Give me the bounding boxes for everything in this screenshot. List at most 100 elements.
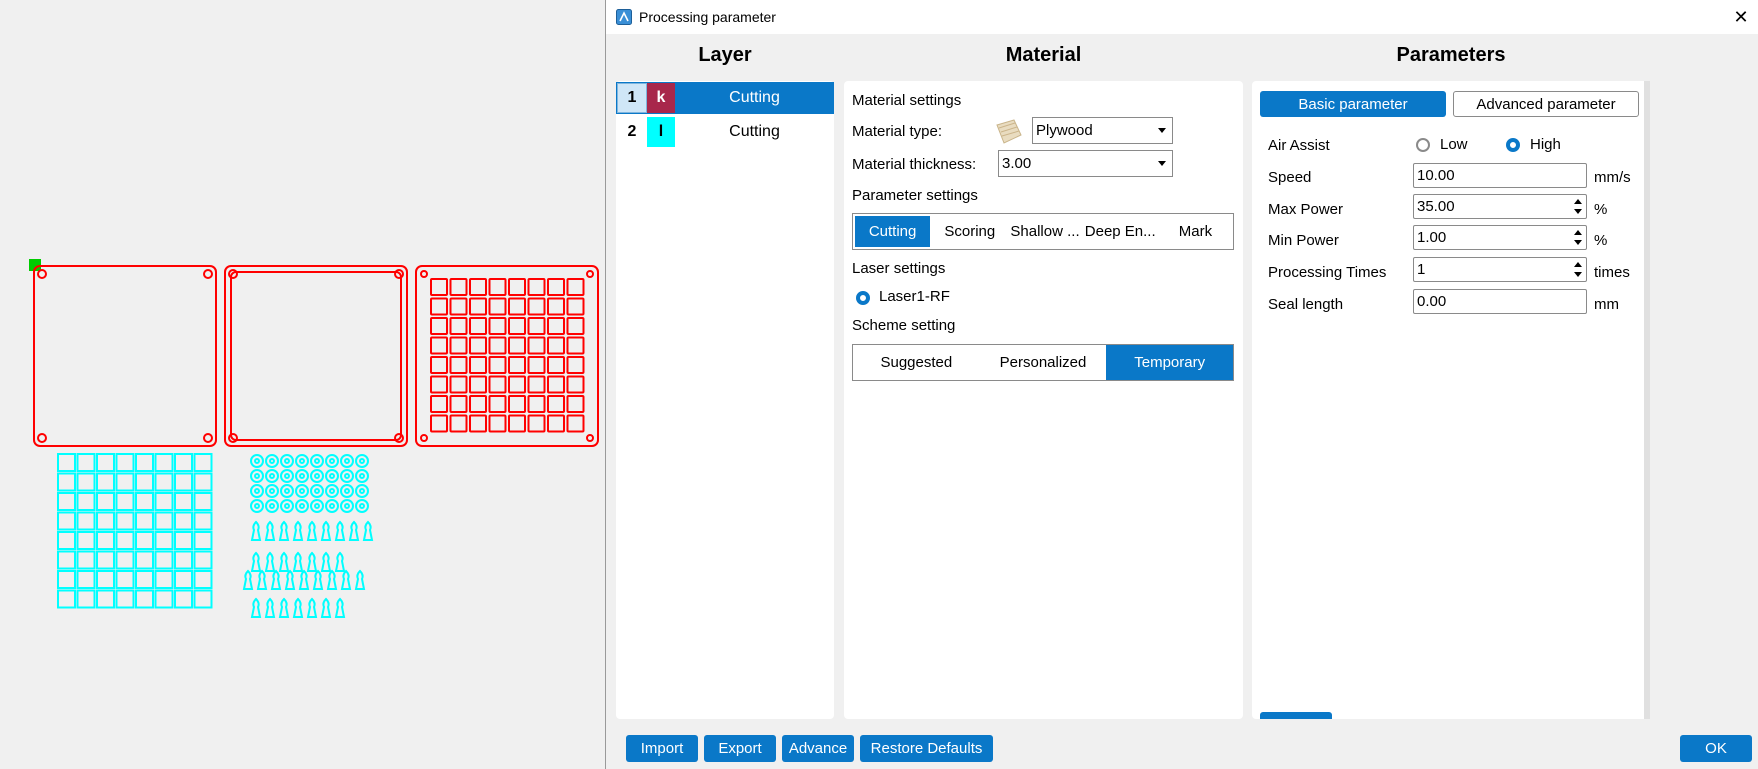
cyan-square xyxy=(193,453,213,472)
close-button[interactable]: ✕ xyxy=(1724,0,1758,34)
grid-cell xyxy=(566,395,585,413)
basic-parameter-tab[interactable]: Basic parameter xyxy=(1260,91,1446,117)
cyan-square xyxy=(76,589,96,609)
grid-cell xyxy=(566,278,585,296)
plate-hole xyxy=(203,433,213,443)
laser1-radio[interactable] xyxy=(856,291,870,305)
cyan-square xyxy=(115,589,135,609)
import-button[interactable]: Import xyxy=(626,735,698,762)
grid-cell xyxy=(449,278,468,296)
air-low-label: Low xyxy=(1440,136,1468,153)
cyan-square xyxy=(57,589,76,609)
cyan-circle xyxy=(355,454,369,468)
cyan-circle-inner xyxy=(284,473,290,479)
tab-cutting[interactable]: Cutting xyxy=(853,214,933,249)
restore-defaults-button[interactable]: Restore Defaults xyxy=(860,735,993,762)
cyan-circle xyxy=(280,469,294,483)
grid-cell xyxy=(449,336,468,355)
grid-cell xyxy=(430,297,448,316)
cyan-piece xyxy=(320,597,332,618)
cyan-square xyxy=(96,472,115,492)
layer-number: 2 xyxy=(627,123,637,140)
cyan-piece xyxy=(292,520,304,541)
parameters-panel: Basic parameter Advanced parameter Air A… xyxy=(1252,81,1650,719)
scheme-temporary[interactable]: Temporary xyxy=(1106,345,1234,380)
cyan-piece xyxy=(242,569,254,590)
cyan-square xyxy=(96,531,115,550)
material-thickness-label: Material thickness: xyxy=(852,156,977,173)
material-type-select[interactable]: Plywood xyxy=(1032,117,1173,144)
cyan-square xyxy=(174,492,193,511)
cyan-circle xyxy=(250,454,264,468)
cyan-square xyxy=(76,531,96,550)
air-low-radio[interactable] xyxy=(1416,138,1430,152)
tab-deep-engraving[interactable]: Deep En... xyxy=(1083,214,1158,249)
layer-row-1[interactable]: 1 k Cutting xyxy=(616,82,834,114)
cyan-square xyxy=(115,531,135,550)
cyan-circle-inner xyxy=(254,488,260,494)
cyan-square xyxy=(135,511,154,531)
scheme-personalized[interactable]: Personalized xyxy=(980,345,1107,380)
vertical-scrollbar[interactable] xyxy=(1644,81,1650,719)
cyan-piece xyxy=(334,551,346,572)
advance-button[interactable]: Advance xyxy=(782,735,854,762)
design-canvas[interactable] xyxy=(0,0,605,769)
grid-cell xyxy=(488,414,507,433)
seal-length-unit: mm xyxy=(1594,296,1619,313)
export-button[interactable]: Export xyxy=(704,735,776,762)
tab-scoring[interactable]: Scoring xyxy=(932,214,1007,249)
grid-cell xyxy=(547,278,565,296)
spinner-icon[interactable] xyxy=(1573,197,1583,216)
grid-cell xyxy=(469,414,487,433)
material-thickness-select[interactable]: 3.00 xyxy=(998,150,1173,177)
cyan-square xyxy=(57,531,76,550)
grid-cell xyxy=(430,356,448,374)
cyan-circle-inner xyxy=(269,503,275,509)
cyan-circle-inner xyxy=(344,473,350,479)
min-power-input[interactable]: 1.00 xyxy=(1413,225,1587,250)
cyan-square xyxy=(115,550,135,570)
cyan-circle-inner xyxy=(314,473,320,479)
tab-shallow-engraving[interactable]: Shallow ... xyxy=(1007,214,1082,249)
cyan-circle-inner xyxy=(299,458,305,464)
seal-length-input[interactable]: 0.00 xyxy=(1413,289,1587,314)
plate-hole xyxy=(420,434,428,442)
grid-cell xyxy=(430,375,448,394)
max-power-input[interactable]: 35.00 xyxy=(1413,194,1587,219)
speed-unit: mm/s xyxy=(1594,169,1631,186)
cyan-piece xyxy=(326,569,338,590)
grid-cell xyxy=(566,336,585,355)
spinner-icon[interactable] xyxy=(1573,228,1583,247)
seal-length-value: 0.00 xyxy=(1417,293,1447,310)
cyan-piece xyxy=(312,569,324,590)
spinner-icon[interactable] xyxy=(1573,260,1583,279)
air-high-label: High xyxy=(1530,136,1561,153)
cyan-piece xyxy=(362,520,374,541)
grid-cell xyxy=(508,395,526,413)
tab-mark[interactable]: Mark xyxy=(1158,214,1233,249)
cyan-circle xyxy=(280,484,294,498)
hidden-button-edge[interactable] xyxy=(1260,712,1332,719)
scheme-suggested[interactable]: Suggested xyxy=(853,345,980,380)
material-settings-heading: Material settings xyxy=(852,92,962,109)
cyan-piece xyxy=(348,520,360,541)
air-high-radio[interactable] xyxy=(1506,138,1520,152)
processing-times-input[interactable]: 1 xyxy=(1413,257,1587,282)
cyan-square xyxy=(115,472,135,492)
plate-inner-outline xyxy=(230,271,402,441)
cyan-square xyxy=(135,453,154,472)
advanced-parameter-tab[interactable]: Advanced parameter xyxy=(1453,91,1639,117)
grid-cell xyxy=(547,317,565,335)
speed-input[interactable]: 10.00 xyxy=(1413,163,1587,188)
cyan-circle-inner xyxy=(329,458,335,464)
grid-cell xyxy=(469,278,487,296)
cyan-square xyxy=(193,511,213,531)
layer-row-2[interactable]: 2 l Cutting xyxy=(616,116,834,148)
grid-cell xyxy=(449,317,468,335)
ok-button[interactable]: OK xyxy=(1680,735,1752,762)
grid-cell xyxy=(527,317,546,335)
cyan-piece xyxy=(264,597,276,618)
cyan-square xyxy=(57,472,76,492)
grid-cell xyxy=(566,356,585,374)
laser1-label: Laser1-RF xyxy=(879,288,950,305)
